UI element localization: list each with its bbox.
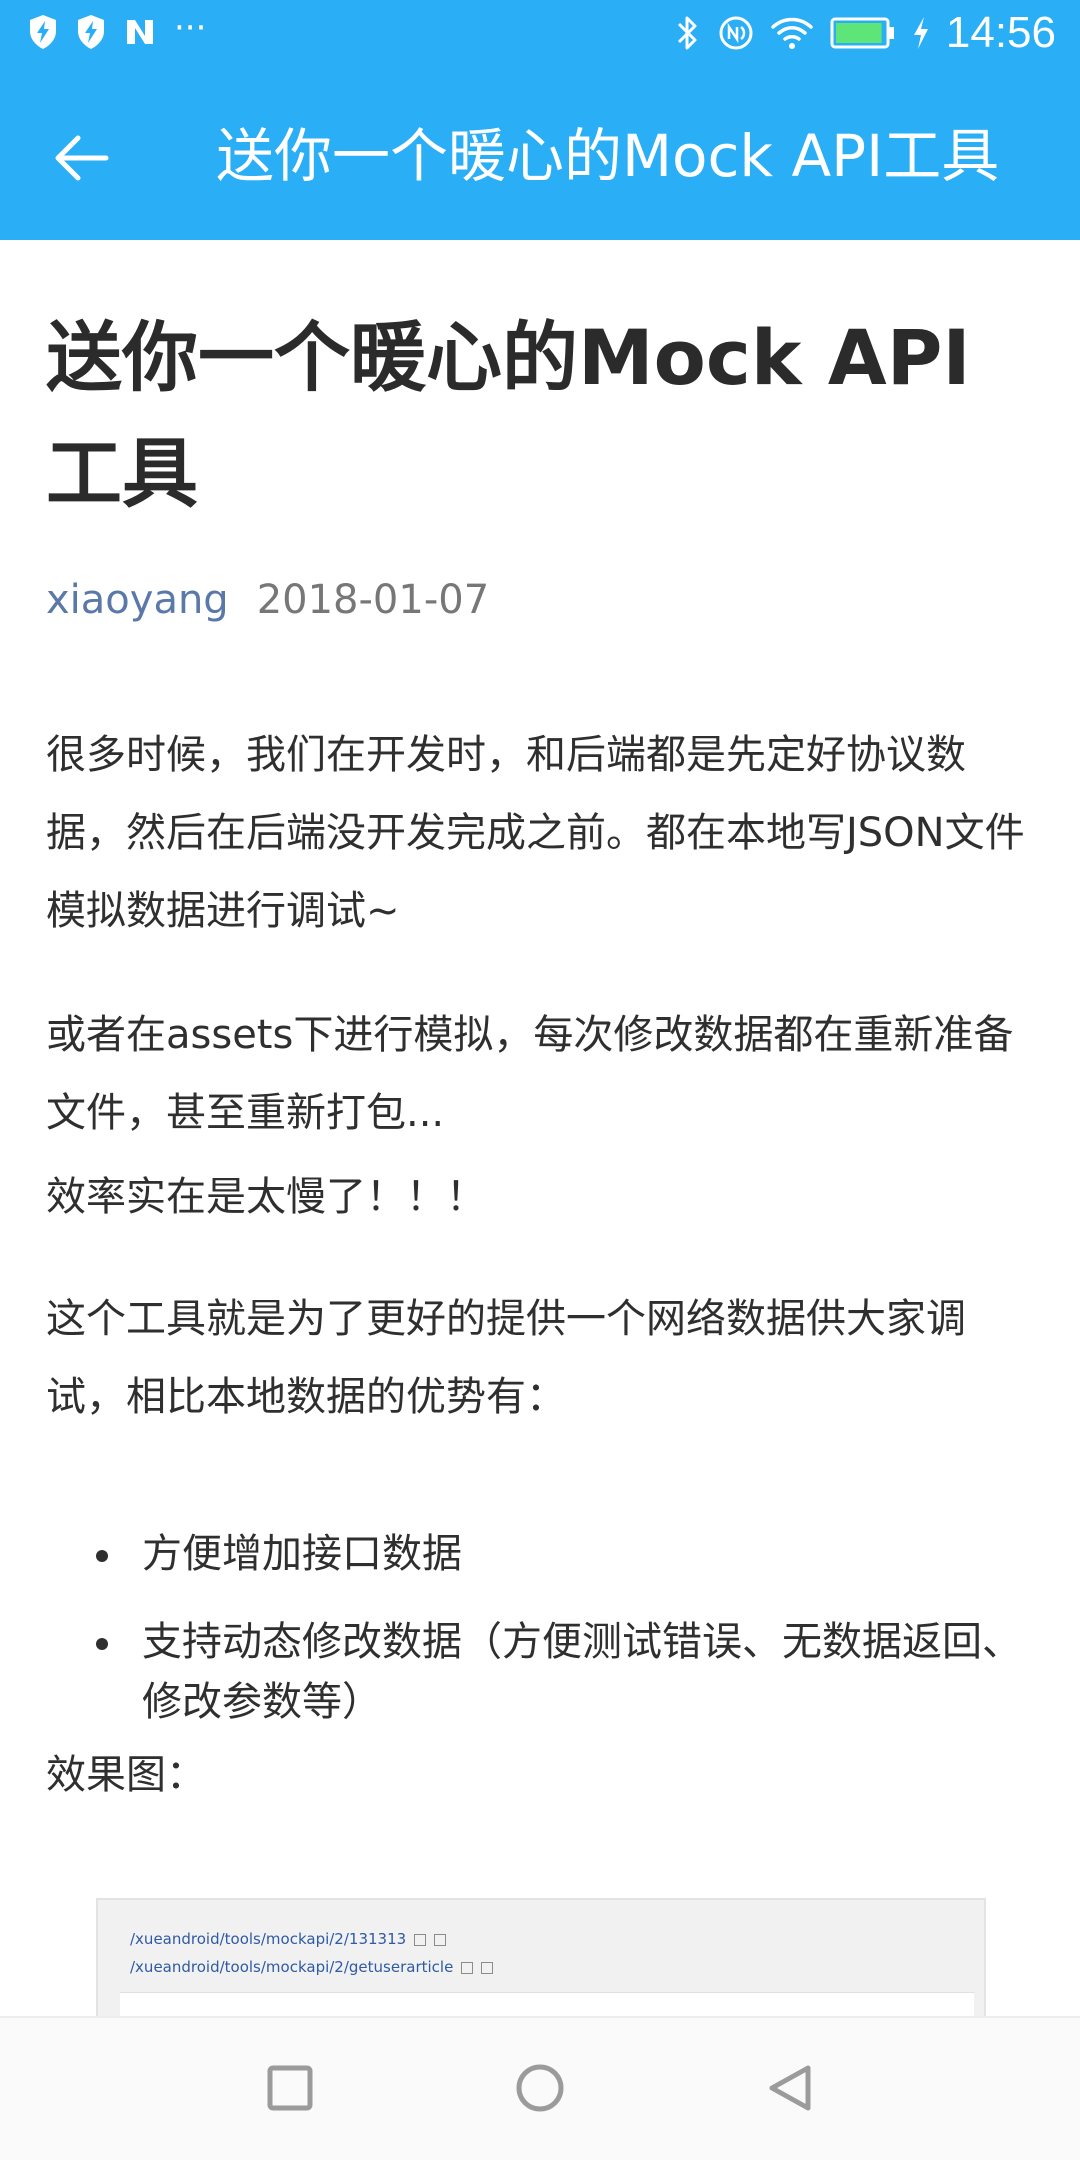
n-logo-icon — [127, 20, 153, 44]
paragraph: 效率实在是太慢了！！！ — [46, 1174, 486, 1220]
preview-url-line: /xueandroid/tools/mockapi/2/131313 — [130, 1930, 447, 1948]
back-triangle-icon[interactable] — [758, 2056, 822, 2120]
preview-panel — [120, 1992, 974, 2016]
preview-url-text: /xueandroid/tools/mockapi/2/131313 — [130, 1930, 407, 1948]
trash-icon — [434, 1933, 447, 1946]
article-content: 送你一个暖心的Mock API工具 xiaoyang 2018-01-07 很多时… — [0, 240, 1080, 2016]
preview-url-line: /xueandroid/tools/mockapi/2/getuserartic… — [130, 1958, 494, 1976]
more-dots-icon: ··· — [174, 8, 207, 48]
shield-bolt-icon — [30, 15, 56, 49]
status-bar: ··· 14:56 — [0, 0, 1080, 72]
back-arrow-icon[interactable] — [50, 126, 114, 190]
paragraph: 效果图： — [46, 1752, 206, 1798]
preview-url-text: /xueandroid/tools/mockapi/2/getuserartic… — [130, 1958, 454, 1976]
shield-bolt-icon — [78, 15, 104, 49]
recents-square-icon[interactable] — [258, 2056, 322, 2120]
home-circle-icon[interactable] — [508, 2056, 572, 2120]
status-time: 14:56 — [945, 8, 1056, 57]
paragraph: 很多时候，我们在开发时，和后端都是先定好协议数据，然后在后端没开发完成之前。都在… — [46, 732, 1025, 934]
bluetooth-icon — [677, 16, 697, 50]
publish-date: 2018-01-07 — [256, 577, 490, 623]
feature-list: 方便增加接口数据 支持动态修改数据（方便测试错误、无数据返回、修改参数等） — [46, 1524, 1036, 1760]
list-item: 支持动态修改数据（方便测试错误、无数据返回、修改参数等） — [46, 1612, 1036, 1732]
app-bar: 送你一个暖心的Mock API工具 — [0, 72, 1080, 240]
list-item: 方便增加接口数据 — [46, 1524, 1036, 1584]
trash-icon — [481, 1961, 494, 1974]
paragraph: 或者在assets下进行模拟，每次修改数据都在重新准备文件，甚至重新打包... — [46, 1012, 1014, 1136]
effect-screenshot[interactable]: /xueandroid/tools/mockapi/2/131313 /xuea… — [96, 1898, 986, 2016]
battery-icon — [830, 17, 894, 49]
status-left-icons: ··· — [28, 8, 207, 50]
charging-icon — [913, 17, 928, 49]
author-link[interactable]: xiaoyang — [46, 577, 229, 623]
screen: ··· 14:56 送你一个暖心的Mock API工具 送你一个暖心的Mock … — [0, 0, 1080, 2160]
edit-icon — [461, 1961, 474, 1974]
article-meta: xiaoyang 2018-01-07 — [46, 570, 489, 630]
status-right-icons: 14:56 — [674, 8, 1056, 58]
article-title: 送你一个暖心的Mock API工具 — [46, 313, 971, 518]
app-bar-title: 送你一个暖心的Mock API工具 — [216, 122, 1000, 190]
edit-icon — [414, 1933, 427, 1946]
nfc-icon — [719, 16, 753, 50]
wifi-icon — [771, 17, 813, 49]
paragraph: 这个工具就是为了更好的提供一个网络数据供大家调试，相比本地数据的优势有： — [46, 1296, 966, 1420]
navigation-bar — [0, 2016, 1080, 2160]
